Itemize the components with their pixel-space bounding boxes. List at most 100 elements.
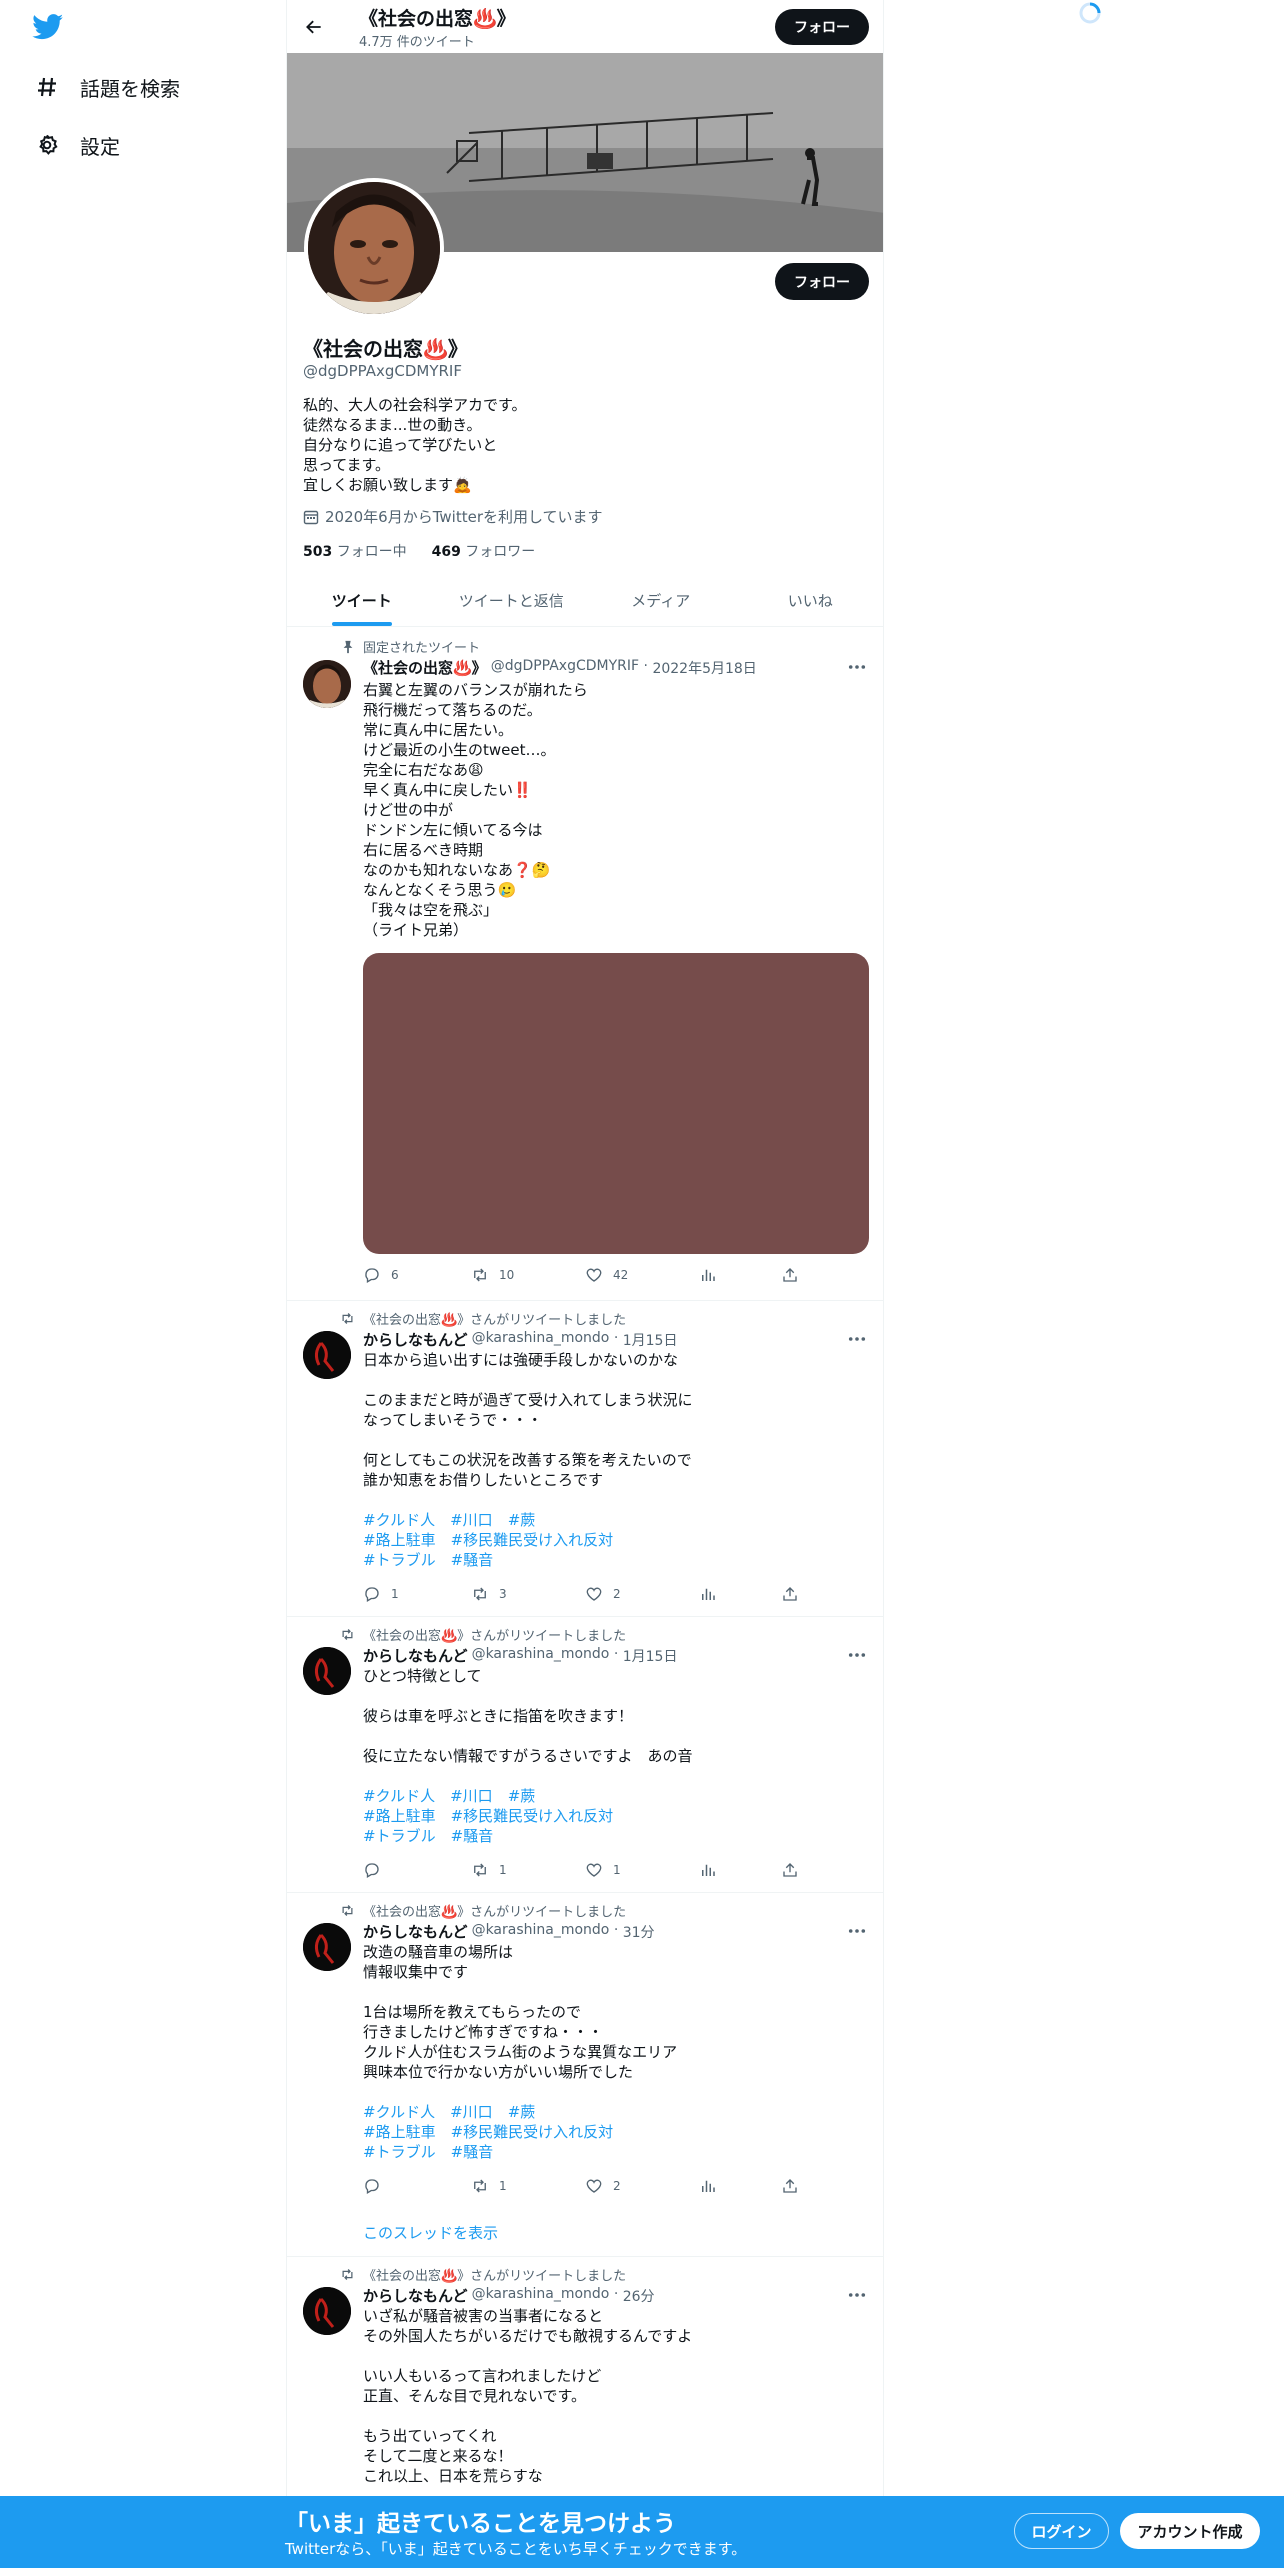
share-button[interactable] (781, 1860, 803, 1880)
like-button[interactable]: 1 (585, 1860, 699, 1880)
profile-follow-button[interactable]: フォロー (775, 263, 869, 300)
tweet-header: からしなもんど @karashina_mondo · 26分 (363, 2285, 655, 2306)
tweet-time[interactable]: 1月15日 (623, 1645, 678, 1666)
profile-bio: 私的、大人の社会科学アカです。 徒然なるまま...世の動き。 自分なりに追って学… (303, 396, 527, 494)
more-icon[interactable] (847, 1645, 867, 1665)
retweet-button-count: 3 (499, 1587, 507, 1601)
like-button[interactable]: 2 (585, 2176, 699, 2196)
profile-joined: 2020年6月からTwitterを利用しています (303, 506, 603, 527)
tweet-author-name[interactable]: からしなもんど (363, 1645, 468, 1666)
tweet-time[interactable]: 26分 (623, 2285, 655, 2306)
heart-icon (585, 1266, 603, 1284)
bar-chart-icon (699, 1861, 717, 1879)
tab-likes[interactable]: いいね (736, 574, 884, 626)
reply-icon (363, 2177, 381, 2195)
reply-button[interactable]: 6 (363, 1265, 471, 1285)
retweet-button[interactable]: 1 (471, 2176, 585, 2196)
retweet-icon (335, 1311, 355, 1327)
tweet-hashtags[interactable]: #クルド人 #川口 #蕨 #路上駐車 #移民難民受け入れ反対 #トラブル #騒音 (363, 1510, 863, 1570)
heart-icon (585, 1861, 603, 1879)
more-icon[interactable] (847, 1921, 867, 1941)
tweet-text: いざ私が騒音被害の当事者になると その外国人たちがいるだけでも敵視するんですよ … (363, 2307, 693, 2485)
header-follow-button[interactable]: フォロー (775, 9, 869, 45)
tweet-avatar[interactable] (303, 1647, 351, 1695)
share-icon (781, 2177, 799, 2195)
tweet-hashtags[interactable]: #クルド人 #川口 #蕨 #路上駐車 #移民難民受け入れ反対 #トラブル #騒音 (363, 2102, 863, 2162)
retweet-button[interactable]: 1 (471, 1860, 585, 1880)
tweet-author-name[interactable]: からしなもんど (363, 1329, 468, 1350)
tweet-time[interactable]: 31分 (623, 1921, 655, 1942)
tweet-avatar[interactable] (303, 660, 351, 708)
tweet-author-handle[interactable]: @dgDPPAxgCDMYRIF (491, 657, 639, 678)
twitter-logo-icon[interactable] (32, 14, 64, 40)
more-icon[interactable] (847, 2285, 867, 2305)
share-button[interactable] (781, 1265, 803, 1285)
share-button[interactable] (781, 2176, 803, 2196)
tweet-author-handle[interactable]: @karashina_mondo (472, 1645, 610, 1666)
following-link[interactable]: 503 フォロー中 (303, 544, 407, 560)
tweet-avatar[interactable] (303, 1331, 351, 1379)
tweet-author-handle[interactable]: @karashina_mondo (472, 1921, 610, 1942)
tweet-actions: 11 (363, 1860, 803, 1880)
followers-link[interactable]: 469 フォロワー (432, 544, 536, 560)
more-icon[interactable] (847, 1329, 867, 1349)
pin-icon (335, 639, 355, 655)
reply-button[interactable] (363, 1860, 471, 1880)
reply-button-count: 6 (391, 1268, 399, 1282)
tweet-author-handle[interactable]: @karashina_mondo (472, 2285, 610, 2306)
reply-button[interactable]: 1 (363, 1584, 471, 1604)
analytics-button[interactable] (699, 2176, 781, 2196)
tweet-author-name[interactable]: 《社会の出窓♨️》 (363, 657, 487, 678)
share-icon (781, 1585, 799, 1603)
tweet-item[interactable]: 《社会の出窓♨️》さんがリツイートしました からしなもんど @karashina… (287, 1893, 883, 2257)
tab-tweets-replies[interactable]: ツイートと返信 (437, 574, 587, 626)
share-button[interactable] (781, 1584, 803, 1604)
signup-banner-subtitle: Twitterなら、「いま」起きていることをいち早くチェックできます。 (285, 2540, 747, 2558)
analytics-button[interactable] (699, 1584, 781, 1604)
calendar-icon (303, 509, 319, 525)
tweet-avatar[interactable] (303, 1923, 351, 1971)
retweet-button[interactable]: 3 (471, 1584, 585, 1604)
pinned-context: 固定されたツイート (335, 637, 480, 656)
tweet-header: 《社会の出窓♨️》 @dgDPPAxgCDMYRIF · 2022年5月18日 (363, 657, 757, 678)
heart-icon (585, 2177, 603, 2195)
like-button[interactable]: 42 (585, 1265, 699, 1285)
reply-button[interactable] (363, 2176, 471, 2196)
tweet-author-name[interactable]: からしなもんど (363, 2285, 468, 2306)
retweet-button-count: 1 (499, 1863, 507, 1877)
retweet-icon (335, 1627, 355, 1643)
tweet-item[interactable]: 《社会の出窓♨️》さんがリツイートしました からしなもんど @karashina… (287, 1301, 883, 1617)
analytics-button[interactable] (699, 1860, 781, 1880)
nav-explore[interactable]: 話題を検索 (34, 67, 180, 107)
like-button[interactable]: 2 (585, 1584, 699, 1604)
retweet-button-count: 10 (499, 1268, 515, 1282)
retweet-icon (335, 2267, 355, 2283)
retweet-icon (471, 1266, 489, 1284)
bar-chart-icon (699, 1266, 717, 1284)
back-arrow-icon[interactable] (299, 12, 329, 42)
retweet-icon (335, 1903, 355, 1919)
tab-media[interactable]: メディア (586, 574, 736, 626)
tweet-item[interactable]: 固定されたツイート 《社会の出窓♨️》 @dgDPPAxgCDMYRIF · 2… (287, 627, 883, 1301)
tweet-avatar[interactable] (303, 2287, 351, 2335)
tweet-author-name[interactable]: からしなもんど (363, 1921, 468, 1942)
analytics-button[interactable] (699, 1265, 781, 1285)
show-thread-link[interactable]: このスレッドを表示 (363, 2222, 498, 2243)
tweet-author-handle[interactable]: @karashina_mondo (472, 1329, 610, 1350)
tweet-item[interactable]: 《社会の出窓♨️》さんがリツイートしました からしなもんど @karashina… (287, 2257, 883, 2517)
login-button[interactable]: ログイン (1014, 2513, 1109, 2549)
tweet-time[interactable]: 1月15日 (623, 1329, 678, 1350)
tweet-hashtags[interactable]: #クルド人 #川口 #蕨 #路上駐車 #移民難民受け入れ反対 #トラブル #騒音 (363, 1786, 863, 1846)
more-icon[interactable] (847, 657, 867, 677)
tweet-time[interactable]: 2022年5月18日 (652, 657, 756, 678)
tweet-header: からしなもんど @karashina_mondo · 31分 (363, 1921, 655, 1942)
signup-button[interactable]: アカウント作成 (1120, 2513, 1260, 2549)
reply-icon (363, 1585, 381, 1603)
profile-avatar[interactable] (304, 178, 444, 318)
tweet-item[interactable]: 《社会の出窓♨️》さんがリツイートしました からしなもんど @karashina… (287, 1617, 883, 1893)
retweet-button[interactable]: 10 (471, 1265, 585, 1285)
nav-settings[interactable]: 設定 (34, 125, 120, 165)
like-button-count: 2 (613, 1587, 621, 1601)
tab-tweets[interactable]: ツイート (287, 574, 437, 626)
tweet-media[interactable] (363, 953, 869, 1254)
